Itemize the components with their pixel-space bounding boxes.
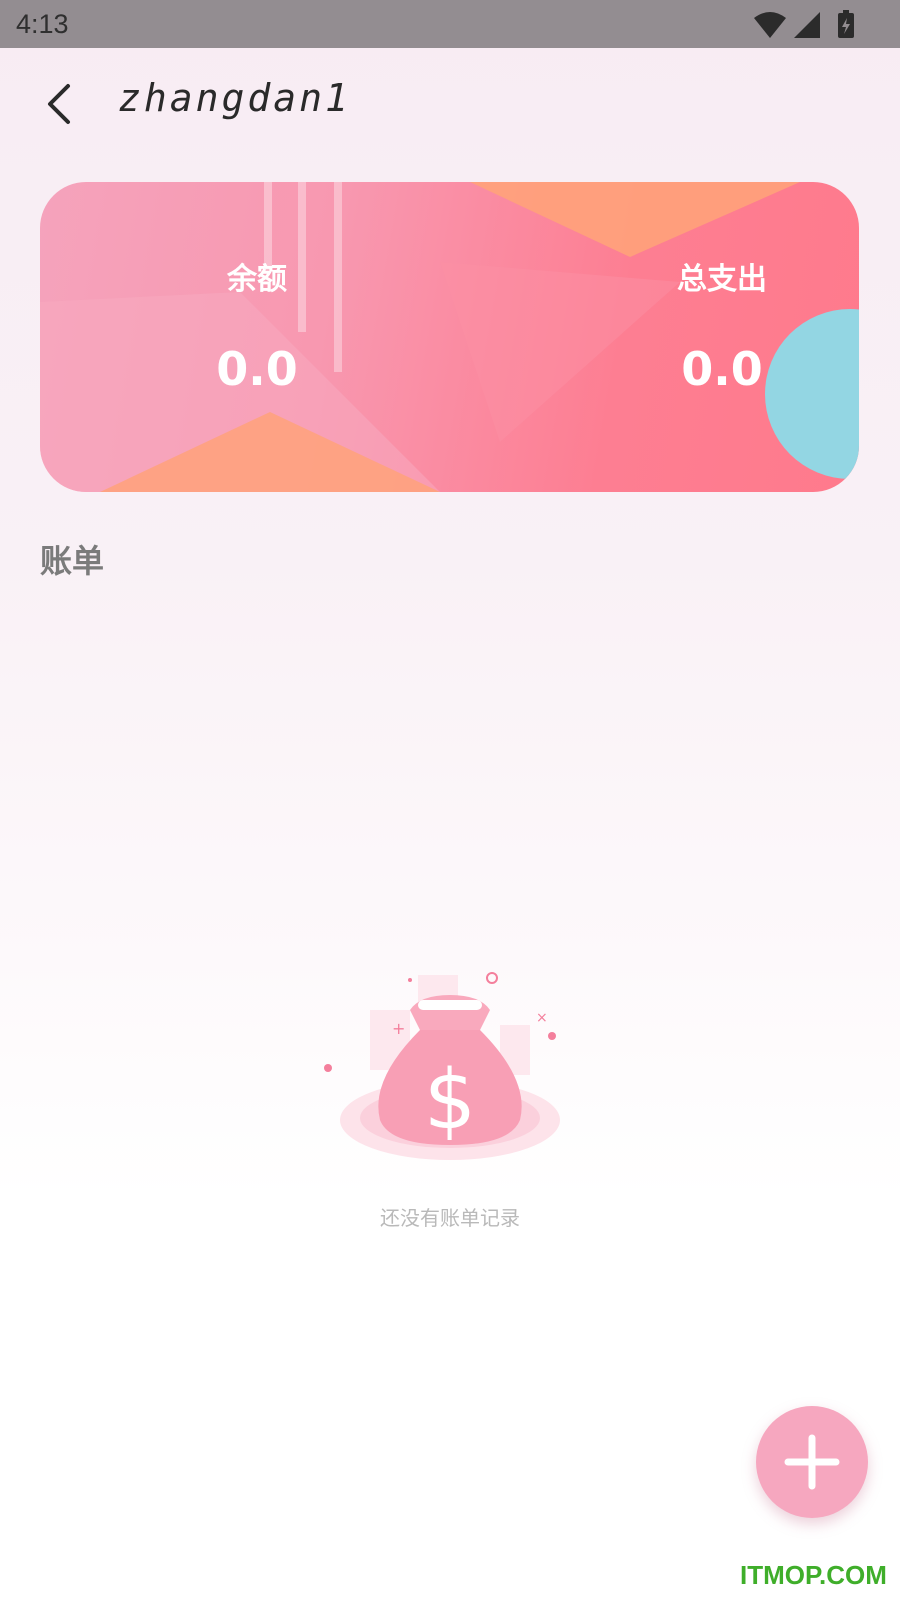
status-icons bbox=[754, 10, 874, 38]
plus-icon bbox=[784, 1434, 840, 1490]
empty-state: $ + × 还没有账单记录 bbox=[320, 970, 580, 1230]
balance-value: 0.0 bbox=[216, 342, 298, 396]
expense-label: 总支出 bbox=[677, 262, 767, 297]
svg-text:+: + bbox=[392, 1019, 405, 1038]
watermark: ITMOP.COM bbox=[740, 1560, 887, 1590]
status-time: 4:13 bbox=[16, 9, 69, 39]
add-bill-button[interactable] bbox=[756, 1406, 868, 1518]
svg-text:×: × bbox=[536, 1010, 548, 1026]
expense-stat: 总支出 0.0 bbox=[592, 182, 852, 492]
svg-text:$: $ bbox=[424, 1053, 476, 1148]
battery-charging-icon bbox=[838, 10, 854, 38]
balance-stat: 余额 0.0 bbox=[127, 182, 387, 492]
expense-value: 0.0 bbox=[681, 342, 763, 396]
page-title: zhangdan1 bbox=[118, 76, 351, 120]
bills-section-title: 账单 bbox=[40, 542, 105, 580]
back-button[interactable] bbox=[38, 80, 82, 128]
cellular-signal-icon bbox=[794, 12, 820, 38]
chevron-left-icon bbox=[48, 84, 70, 124]
money-bag-icon: $ + × bbox=[324, 972, 560, 1160]
wifi-icon bbox=[754, 12, 786, 38]
status-bar: 4:13 bbox=[0, 0, 900, 48]
empty-message: 还没有账单记录 bbox=[380, 1206, 520, 1230]
balance-label: 余额 bbox=[227, 262, 287, 297]
app-bar: zhangdan1 bbox=[0, 48, 900, 158]
summary-card: 余额 0.0 总支出 0.0 bbox=[40, 182, 859, 492]
